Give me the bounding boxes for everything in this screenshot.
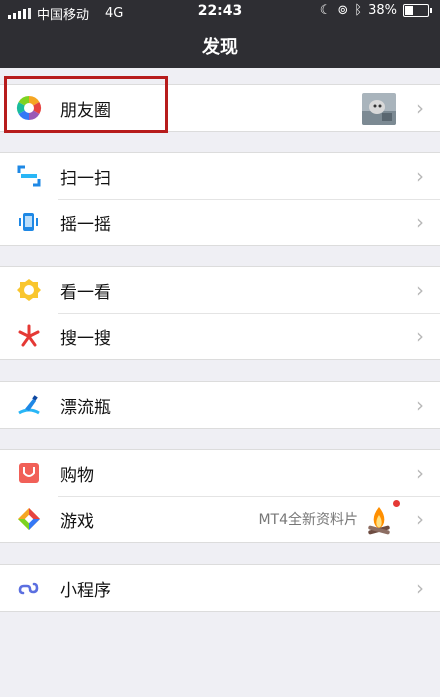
status-bar: 中国移动 4G 22:43 ☾ ⊚ ᛒ 38% [0, 0, 440, 24]
row-mini-program[interactable]: 小程序 › [0, 565, 440, 611]
row-label: 游戏 [60, 511, 94, 532]
mini-program-icon [16, 575, 42, 601]
chevron-right-icon: › [416, 324, 424, 348]
moments-thumbnail [362, 93, 396, 125]
game-icon [16, 506, 42, 532]
group-bottle: 漂流瓶 › [0, 381, 440, 429]
moon-icon: ☾ [319, 3, 332, 18]
shake-icon [16, 209, 42, 235]
highlight-box [4, 76, 168, 133]
row-label: 看一看 [60, 282, 111, 303]
status-right: ☾ ⊚ ᛒ 38% [320, 3, 432, 18]
battery-icon [403, 4, 429, 17]
group-shop-game: 购物 › 游戏 MT4全新资料片 › [0, 449, 440, 543]
chevron-right-icon: › [416, 210, 424, 234]
notification-dot [393, 500, 400, 507]
group-scan-shake: 扫一扫 › 摇一摇 › [0, 152, 440, 246]
row-shopping[interactable]: 购物 › [0, 450, 440, 496]
chevron-right-icon: › [416, 393, 424, 417]
top-stories-icon [16, 277, 42, 303]
chevron-right-icon: › [416, 576, 424, 600]
row-scan[interactable]: 扫一扫 › [0, 153, 440, 199]
row-label: 小程序 [60, 580, 111, 601]
row-label: 搜一搜 [60, 328, 111, 349]
battery-label: 38% [368, 3, 397, 18]
chevron-right-icon: › [416, 164, 424, 188]
shopping-icon [16, 460, 42, 486]
row-label: 漂流瓶 [60, 397, 111, 418]
game-promo-text: MT4全新资料片 [258, 512, 358, 528]
group-look-search: 看一看 › 搜一搜 › [0, 266, 440, 360]
navigation-bar: 发现 [0, 24, 440, 68]
row-label: 扫一扫 [60, 168, 111, 189]
group-mini-program: 小程序 › [0, 564, 440, 612]
chevron-right-icon: › [416, 461, 424, 485]
row-label: 摇一摇 [60, 214, 111, 235]
row-shake[interactable]: 摇一摇 › [0, 199, 440, 245]
page-title: 发现 [202, 37, 238, 58]
row-bottle[interactable]: 漂流瓶 › [0, 382, 440, 428]
scan-icon [16, 163, 42, 189]
chevron-right-icon: › [416, 278, 424, 302]
lock-rotation-icon: ⊚ [337, 3, 349, 18]
bottle-icon [16, 392, 42, 418]
campfire-icon [362, 501, 396, 537]
row-games[interactable]: 游戏 MT4全新资料片 › [0, 496, 440, 542]
bluetooth-icon: ᛒ [354, 3, 363, 18]
row-label: 购物 [60, 465, 94, 486]
chevron-right-icon: › [416, 507, 424, 531]
row-search[interactable]: 搜一搜 › [0, 313, 440, 359]
row-top-stories[interactable]: 看一看 › [0, 267, 440, 313]
search-icon [16, 323, 42, 349]
chevron-right-icon: › [416, 96, 424, 120]
